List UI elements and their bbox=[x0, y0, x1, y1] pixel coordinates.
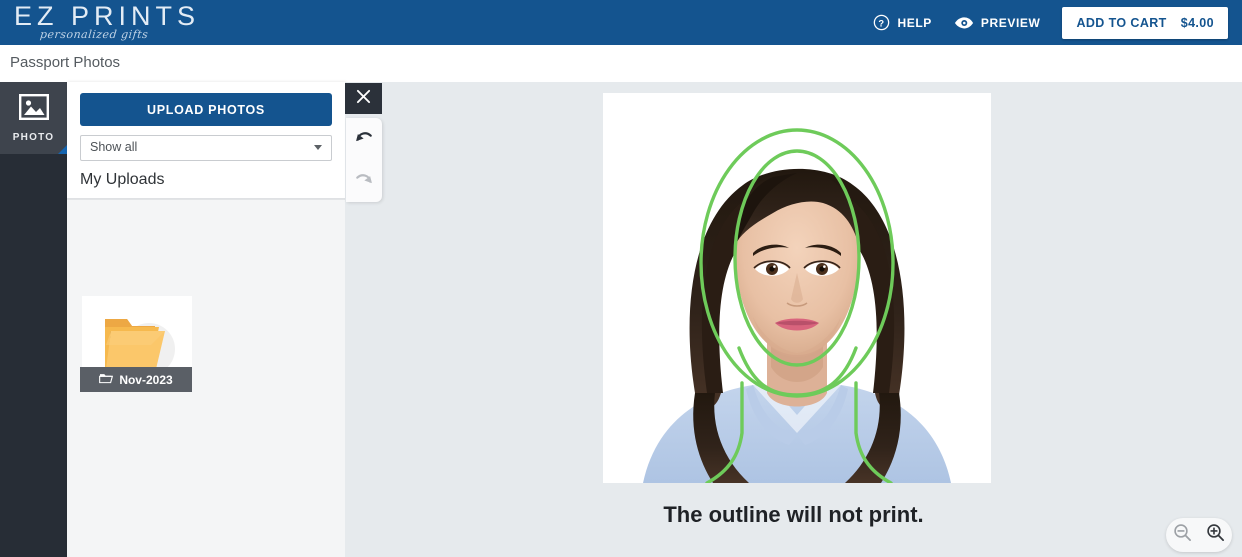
brand-tagline: personalized gifts bbox=[39, 28, 149, 41]
photo-panel: UPLOAD PHOTOS Show all My Uploads Nov-20… bbox=[67, 82, 345, 557]
brand-name: EZ PRINTS bbox=[14, 1, 201, 31]
help-button[interactable]: ? HELP bbox=[873, 14, 931, 31]
photo-panel-header: UPLOAD PHOTOS Show all My Uploads bbox=[67, 82, 345, 199]
zoom-in-button[interactable] bbox=[1206, 523, 1225, 547]
photo-filter-value: Show all bbox=[90, 140, 138, 154]
folder-open-icon bbox=[99, 372, 114, 387]
zoom-in-icon bbox=[1206, 524, 1225, 546]
add-to-cart-label: ADD TO CART bbox=[1076, 15, 1167, 30]
tool-rail: PHOTO bbox=[0, 82, 67, 557]
breadcrumb-bar: Passport Photos bbox=[0, 45, 1242, 83]
redo-icon bbox=[353, 173, 375, 192]
list-item-label-bar: Nov-2023 bbox=[80, 367, 192, 392]
upload-photos-button[interactable]: UPLOAD PHOTOS bbox=[80, 93, 332, 126]
zoom-out-icon bbox=[1173, 524, 1192, 546]
cart-price: $4.00 bbox=[1180, 15, 1214, 30]
add-to-cart-button[interactable]: ADD TO CART $4.00 bbox=[1062, 6, 1228, 39]
undo-button[interactable] bbox=[353, 128, 375, 151]
eye-icon bbox=[954, 16, 974, 30]
redo-button[interactable] bbox=[353, 170, 375, 193]
question-circle-icon: ? bbox=[873, 14, 890, 31]
svg-text:?: ? bbox=[879, 18, 885, 28]
sidebar-item-photo-label: PHOTO bbox=[12, 131, 55, 143]
list-item[interactable]: Nov-2023 bbox=[80, 296, 192, 392]
passport-photo[interactable] bbox=[603, 93, 991, 483]
preview-button[interactable]: PREVIEW bbox=[954, 16, 1041, 30]
breadcrumb[interactable]: Passport Photos bbox=[10, 54, 120, 71]
portrait-image bbox=[603, 93, 991, 483]
sidebar-item-photo[interactable]: PHOTO bbox=[0, 82, 67, 154]
close-icon bbox=[356, 89, 371, 109]
canvas-caption: The outline will not print. bbox=[663, 502, 924, 527]
help-label: HELP bbox=[897, 15, 932, 30]
photo-panel-body: Nov-2023 bbox=[67, 199, 345, 557]
header-actions: ? HELP PREVIEW ADD TO CART $4.00 bbox=[873, 0, 1228, 45]
preview-label: PREVIEW bbox=[980, 15, 1041, 30]
zoom-out-button[interactable] bbox=[1173, 523, 1192, 547]
undo-icon bbox=[353, 131, 375, 150]
active-tab-indicator bbox=[58, 145, 67, 154]
photo-filter-select[interactable]: Show all bbox=[80, 135, 332, 161]
app-root: EZ PRINTS personalized gifts ? HELP PREV… bbox=[0, 0, 1242, 557]
close-panel-button[interactable] bbox=[345, 83, 382, 114]
history-controls bbox=[346, 118, 382, 202]
my-uploads-heading: My Uploads bbox=[80, 171, 165, 188]
list-item-label: Nov-2023 bbox=[119, 372, 173, 387]
app-header: EZ PRINTS personalized gifts ? HELP PREV… bbox=[0, 0, 1242, 47]
design-canvas[interactable]: The outline will not print. bbox=[345, 82, 1242, 557]
brand-logo[interactable]: EZ PRINTS personalized gifts bbox=[14, 1, 274, 45]
zoom-controls bbox=[1166, 518, 1232, 552]
image-icon bbox=[18, 93, 49, 125]
chevron-down-icon bbox=[314, 145, 322, 150]
